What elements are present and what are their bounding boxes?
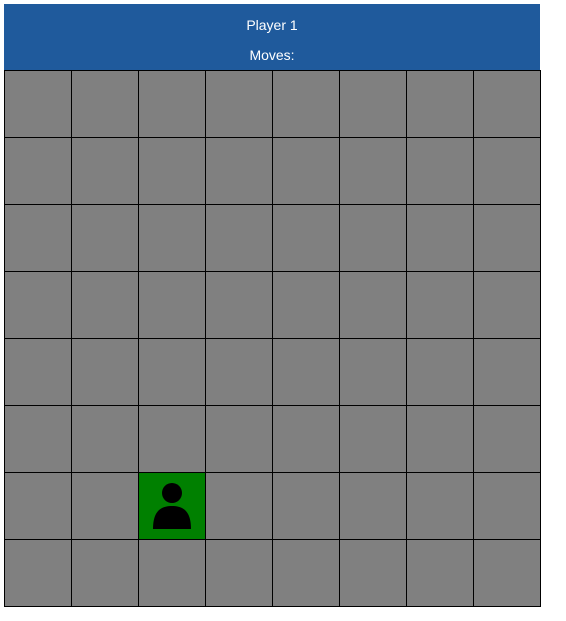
board-cell[interactable] bbox=[474, 339, 541, 406]
board-cell[interactable] bbox=[139, 205, 206, 272]
board-cell[interactable] bbox=[206, 138, 273, 205]
board-cell[interactable] bbox=[407, 71, 474, 138]
board-cell[interactable] bbox=[5, 138, 72, 205]
board-cell[interactable] bbox=[139, 406, 206, 473]
board-cell[interactable] bbox=[5, 540, 72, 607]
board-cell[interactable] bbox=[206, 473, 273, 540]
board-cell[interactable] bbox=[340, 272, 407, 339]
board-cell[interactable] bbox=[206, 205, 273, 272]
player-label: Player 1 bbox=[246, 17, 298, 33]
board-cell[interactable] bbox=[273, 473, 340, 540]
board-cell[interactable] bbox=[340, 339, 407, 406]
board-cell[interactable] bbox=[5, 339, 72, 406]
board-cell[interactable] bbox=[72, 71, 139, 138]
board-cell[interactable] bbox=[139, 540, 206, 607]
board-cell[interactable] bbox=[5, 205, 72, 272]
board-cell[interactable] bbox=[72, 473, 139, 540]
board-cell[interactable] bbox=[206, 406, 273, 473]
board-cell[interactable] bbox=[206, 71, 273, 138]
board-cell[interactable] bbox=[5, 473, 72, 540]
board-cell[interactable] bbox=[72, 406, 139, 473]
board-cell[interactable] bbox=[407, 138, 474, 205]
board-cell[interactable] bbox=[474, 71, 541, 138]
player-cell[interactable] bbox=[139, 473, 206, 540]
board-cell[interactable] bbox=[273, 339, 340, 406]
board-cell[interactable] bbox=[340, 473, 407, 540]
board-cell[interactable] bbox=[5, 71, 72, 138]
board-cell[interactable] bbox=[474, 406, 541, 473]
board-cell[interactable] bbox=[72, 272, 139, 339]
board-cell[interactable] bbox=[273, 71, 340, 138]
board-cell[interactable] bbox=[139, 138, 206, 205]
game-board bbox=[4, 70, 541, 607]
game-header: Player 1 Moves: bbox=[4, 4, 540, 70]
board-cell[interactable] bbox=[474, 138, 541, 205]
board-cell[interactable] bbox=[139, 339, 206, 406]
person-icon bbox=[153, 483, 191, 529]
board-cell[interactable] bbox=[5, 272, 72, 339]
board-cell[interactable] bbox=[407, 339, 474, 406]
board-cell[interactable] bbox=[5, 406, 72, 473]
board-cell[interactable] bbox=[407, 272, 474, 339]
board-cell[interactable] bbox=[340, 205, 407, 272]
board-cell[interactable] bbox=[273, 540, 340, 607]
moves-label: Moves: bbox=[249, 47, 295, 63]
board-cell[interactable] bbox=[72, 540, 139, 607]
board-cell[interactable] bbox=[273, 205, 340, 272]
board-cell[interactable] bbox=[139, 71, 206, 138]
board-cell[interactable] bbox=[474, 205, 541, 272]
board-cell[interactable] bbox=[72, 138, 139, 205]
board-cell[interactable] bbox=[273, 138, 340, 205]
board-cell[interactable] bbox=[340, 406, 407, 473]
board-cell[interactable] bbox=[474, 473, 541, 540]
board-cell[interactable] bbox=[340, 540, 407, 607]
board-cell[interactable] bbox=[407, 406, 474, 473]
board-cell[interactable] bbox=[407, 205, 474, 272]
board-cell[interactable] bbox=[206, 540, 273, 607]
board-cell[interactable] bbox=[474, 272, 541, 339]
board-cell[interactable] bbox=[340, 71, 407, 138]
board-cell[interactable] bbox=[340, 138, 407, 205]
board-cell[interactable] bbox=[273, 406, 340, 473]
board-cell[interactable] bbox=[206, 272, 273, 339]
board-cell[interactable] bbox=[407, 540, 474, 607]
board-cell[interactable] bbox=[407, 473, 474, 540]
board-cell[interactable] bbox=[273, 272, 340, 339]
board-cell[interactable] bbox=[72, 339, 139, 406]
board-cell[interactable] bbox=[474, 540, 541, 607]
game-app: Player 1 Moves: bbox=[4, 4, 541, 607]
board-cell[interactable] bbox=[72, 205, 139, 272]
board-cell[interactable] bbox=[139, 272, 206, 339]
board-cell[interactable] bbox=[206, 339, 273, 406]
